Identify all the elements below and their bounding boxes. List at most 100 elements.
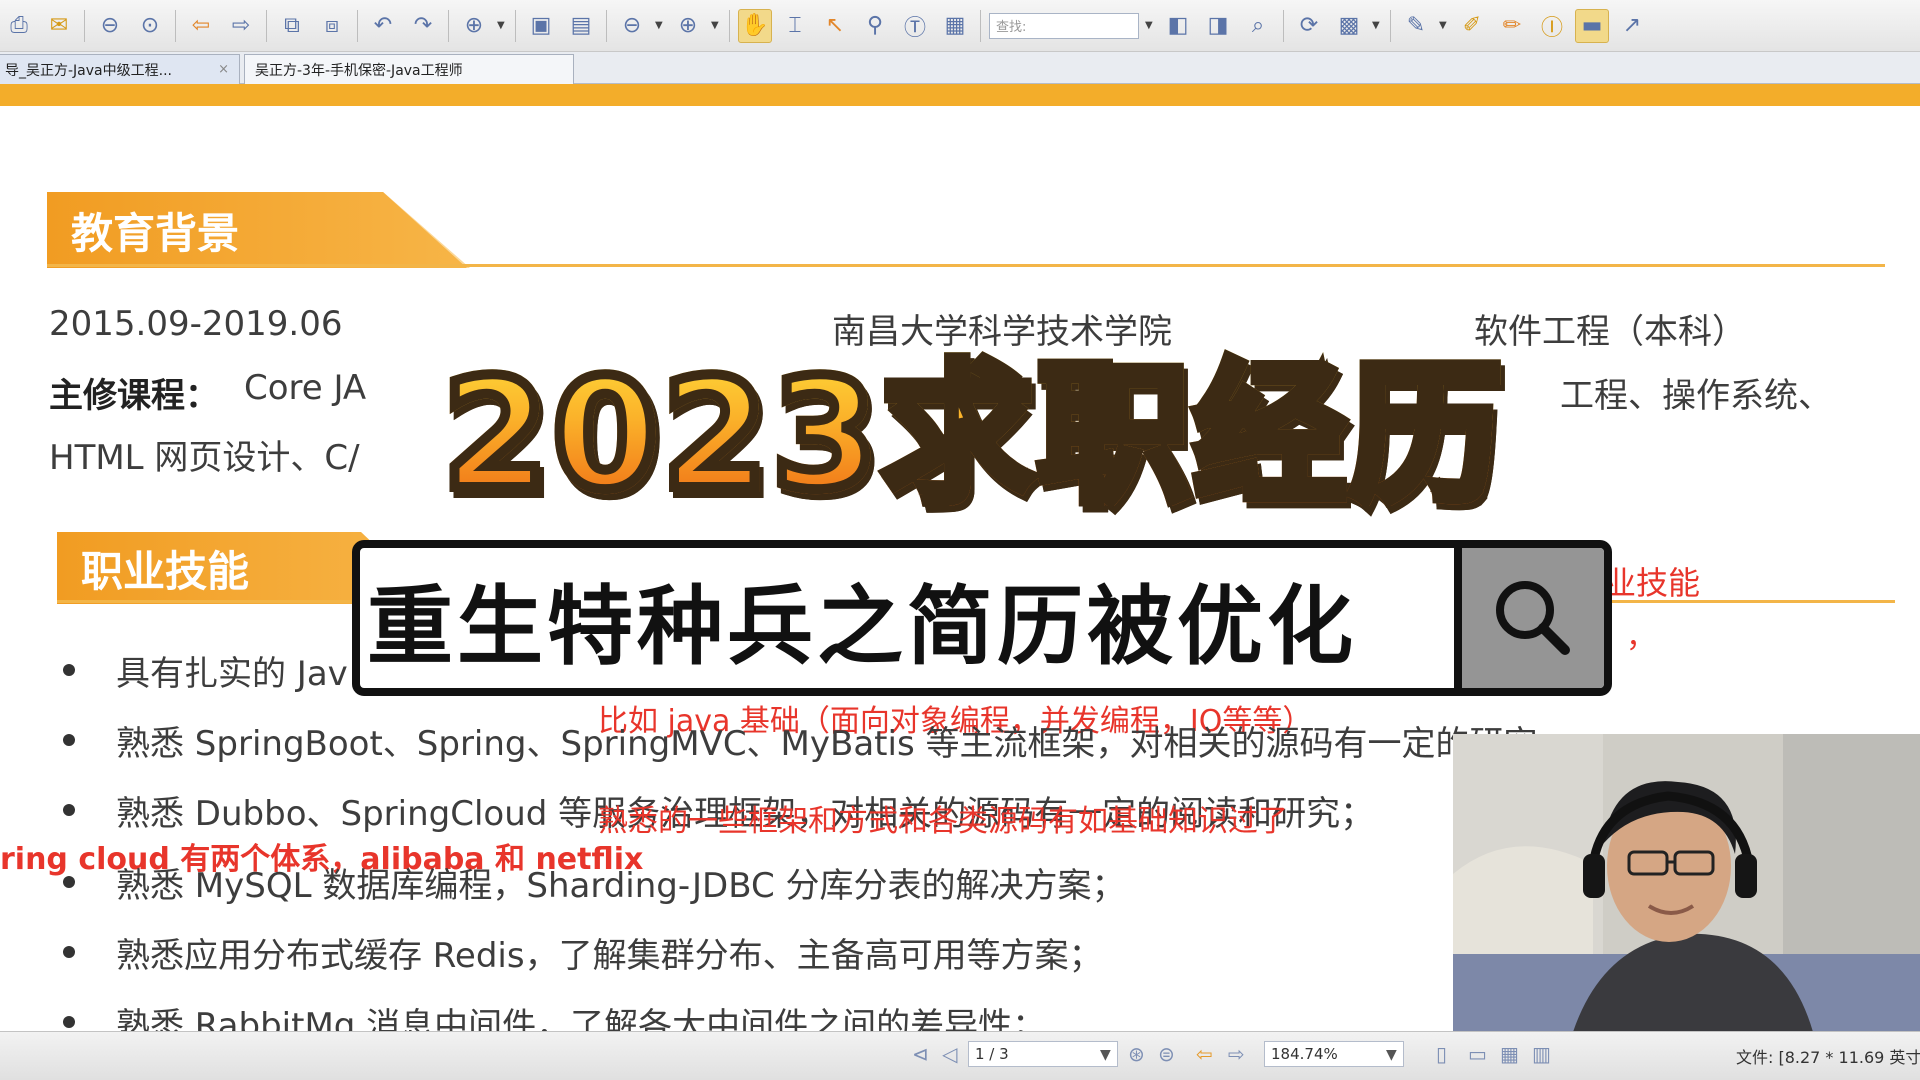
search-bar-text: 重生特种兵之简历被优化 — [367, 576, 1357, 677]
chevron-down-icon[interactable]: ▼ — [711, 20, 721, 31]
chevron-down-icon[interactable]: ▼ — [1145, 20, 1155, 31]
scroll-up-icon[interactable]: ⊖ — [93, 9, 127, 43]
bullet-dot — [63, 734, 75, 746]
chevron-down-icon[interactable]: ▼ — [1439, 20, 1449, 31]
page-header-strip — [0, 84, 1920, 106]
book-view-icon[interactable]: ▥ — [1532, 1042, 1551, 1066]
edit-icon[interactable]: ✎ — [1399, 9, 1433, 43]
courses-label: 主修课程： — [49, 376, 219, 416]
print-icon[interactable]: ⎙ — [2, 9, 36, 43]
snapshot-icon[interactable]: ▦ — [938, 9, 972, 43]
bullet-dot — [63, 1016, 75, 1028]
toolbar-separator — [515, 9, 516, 42]
tab-resume-2[interactable]: 吴正方-3年-手机保密-Java工程师 — [244, 54, 574, 84]
toolbar-separator — [84, 9, 85, 42]
fit-width-icon[interactable]: ▤ — [564, 9, 598, 43]
back-arrow-icon[interactable]: ⇦ — [184, 9, 218, 43]
previous-page-icon[interactable]: ◁ — [942, 1042, 957, 1066]
back-icon[interactable]: ⇦ — [1196, 1042, 1213, 1066]
first-page-icon[interactable]: ⊲ — [912, 1042, 929, 1066]
zoom-plus-icon[interactable]: ⊕ — [671, 9, 705, 43]
arrow-tool-icon[interactable]: ↗ — [1615, 9, 1649, 43]
skills-side-heading: 业技能 — [1604, 564, 1701, 602]
main-toolbar: ⎙ ✉ ⊖ ⊙ ⇦ ⇨ ⧉ ⧈ ↶ ↷ ⊕ ▼ ▣ ▤ ⊖ ▼ ⊕ ▼ ✋ ⌶ … — [0, 0, 1920, 52]
education-rule — [47, 264, 1885, 267]
continuous-page-icon[interactable]: ▭ — [1468, 1042, 1487, 1066]
email-icon[interactable]: ✉ — [42, 9, 76, 43]
video-title: 2023求职经历 — [384, 336, 1564, 528]
textbox-icon[interactable]: Ⓘ — [1535, 9, 1569, 43]
presenter-video — [1453, 734, 1920, 1032]
find-input[interactable]: 查找: — [989, 12, 1139, 39]
hand-tool-icon[interactable]: ✋ — [738, 8, 772, 43]
select-text-icon[interactable]: ⌶ — [778, 9, 812, 43]
annotation-overlap: 熟悉的一些框架和方式和各类源码有如基础知识过了 — [598, 804, 1288, 839]
tab-label: 吴正方-3年-手机保密-Java工程师 — [255, 62, 463, 79]
tab-bar: 导_吴正方-Java中级工程... × 吴正方-3年-手机保密-Java工程师 — [0, 52, 1920, 84]
skills-side-comma: ， — [1626, 620, 1656, 655]
pages-icon[interactable]: ⧈ — [315, 9, 349, 43]
chevron-down-icon[interactable]: ▼ — [1372, 20, 1382, 31]
skill-item-2: 熟悉 SpringBoot、Spring、SpringMVC、MyBatis 等… — [116, 724, 1538, 764]
pencil-icon[interactable]: ✏ — [1495, 9, 1529, 43]
redo-icon[interactable]: ↷ — [406, 9, 440, 43]
binoculars-icon[interactable]: ⚲ — [858, 9, 892, 43]
bullet-dot — [63, 876, 75, 888]
tab-label: 导_吴正方-Java中级工程... — [5, 62, 172, 79]
undo-icon[interactable]: ↶ — [366, 9, 400, 43]
next-page-icon[interactable]: ⊛ — [1128, 1042, 1145, 1066]
search-bar-overlay: 重生特种兵之简历被优化 — [352, 540, 1612, 696]
close-icon[interactable]: × — [218, 62, 229, 77]
skill-item-6: 熟悉 RabbitMq 消息中间件，了解各大中间件之间的差异性； — [116, 1006, 1047, 1031]
bullet-dot — [63, 664, 75, 676]
education-heading: 教育背景 — [47, 192, 467, 268]
skill-item-1: 具有扎实的 Jav — [116, 654, 348, 694]
scroll-down-icon[interactable]: ⊙ — [133, 9, 167, 43]
webcam-overlay — [1453, 734, 1920, 1032]
toolbar-separator — [266, 9, 267, 42]
document-icon[interactable]: ⧉ — [275, 9, 309, 43]
note-icon[interactable]: ▬ — [1575, 8, 1609, 43]
highlight-icon[interactable]: ✐ — [1455, 9, 1489, 43]
zoom-field[interactable]: 184.74% — [1264, 1041, 1404, 1067]
courses-tail: 工程、操作系统、 — [1560, 376, 1832, 416]
page-number-field[interactable]: 1 / 3 — [968, 1041, 1118, 1067]
file-info: 文件: [8.27 * 11.69 英寸 — [1736, 1048, 1920, 1067]
status-bar: ⊲ ◁ 1 / 3 ▼ ⊛ ⊜ ⇦ ⇨ 184.74% ▼ ▯ ▭ ▦ ▥ 文件… — [0, 1031, 1920, 1080]
forward-arrow-icon[interactable]: ⇨ — [224, 9, 258, 43]
chevron-down-icon[interactable]: ▼ — [1386, 1047, 1397, 1063]
courses-line2: HTML 网页设计、C/ — [49, 438, 360, 478]
rotate-icon[interactable]: ⟳ — [1292, 9, 1326, 43]
single-page-icon[interactable]: ▯ — [1436, 1042, 1447, 1066]
chevron-down-icon[interactable]: ▼ — [1100, 1047, 1111, 1063]
toolbar-separator — [1390, 9, 1391, 42]
text-tool-icon[interactable]: Ⓣ — [898, 9, 932, 43]
chevron-down-icon[interactable]: ▼ — [655, 20, 665, 31]
bullet-dot — [63, 946, 75, 958]
grid-icon[interactable]: ▩ — [1332, 9, 1366, 43]
toolbar-separator — [357, 9, 358, 42]
zoom-out-icon[interactable]: ⊖ — [615, 9, 649, 43]
pointer-icon[interactable]: ↖ — [818, 9, 852, 43]
toolbar-separator — [1283, 9, 1284, 42]
last-page-icon[interactable]: ⊜ — [1158, 1042, 1175, 1066]
toolbar-separator — [980, 9, 981, 42]
chevron-down-icon[interactable]: ▼ — [497, 20, 507, 31]
courses-start: Core JA — [244, 368, 367, 408]
find-prev-icon[interactable]: ◧ — [1161, 9, 1195, 43]
facing-pages-icon[interactable]: ▦ — [1500, 1042, 1519, 1066]
magnifier-icon — [1496, 581, 1570, 655]
fit-page-icon[interactable]: ▣ — [524, 9, 558, 43]
tab-resume-1[interactable]: 导_吴正方-Java中级工程... × — [0, 54, 240, 84]
toolbar-separator — [729, 9, 730, 42]
search-button — [1454, 548, 1604, 688]
find-next-icon[interactable]: ◨ — [1201, 9, 1235, 43]
skill-item-4: 熟悉 MySQL 数据库编程，Sharding-JDBC 分库分表的解决方案； — [116, 866, 1126, 906]
toolbar-separator — [175, 9, 176, 42]
search-icon[interactable]: ⌕ — [1241, 9, 1275, 43]
toolbar-separator — [448, 9, 449, 42]
zoom-level: 184.74% — [1271, 1045, 1338, 1063]
education-dates: 2015.09-2019.06 — [49, 304, 343, 344]
forward-icon[interactable]: ⇨ — [1228, 1042, 1245, 1066]
zoom-in-icon[interactable]: ⊕ — [457, 9, 491, 43]
